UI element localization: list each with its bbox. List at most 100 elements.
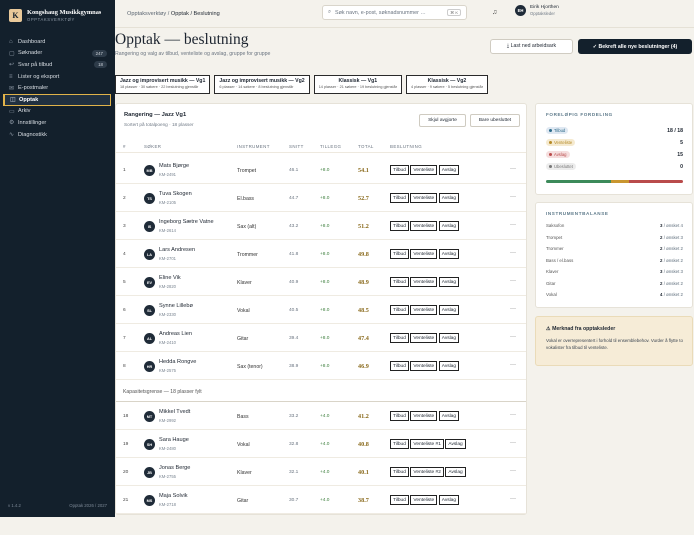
reject-button[interactable]: Avslag [438,495,460,505]
instrument: Sax (tenor) [237,364,263,370]
sidebar-item-epostmaler[interactable]: ✉ E-postmaler [0,82,115,94]
waitlist-button[interactable]: Venteliste [410,305,438,315]
breadcrumb-parent[interactable]: Opptaksverktøy [127,11,166,17]
applicant-name[interactable]: Hedda Rongve [159,359,196,365]
offer-button[interactable]: Tilbud [390,361,409,371]
only-undecided-button[interactable]: Bare ubesluttet [470,114,520,127]
reject-button[interactable]: Avslag [438,305,460,315]
tab-klassisk-vg2[interactable]: Klassisk — Vg2 4 plasser · 9 søkere · 5 b… [406,75,488,94]
wish-value: / ønsket 2 [663,292,683,297]
applicant-name[interactable]: Synne Lillebø [159,303,193,309]
waitlist-button[interactable]: Venteliste [410,249,438,259]
more-icon[interactable]: ··· [510,362,516,368]
applicant-name[interactable]: Sara Hauge [159,437,189,443]
bell-icon[interactable]: ♫ [492,9,497,16]
sidebar-item-opptak[interactable]: ◫ Opptak [3,93,111,106]
more-icon[interactable]: ··· [510,278,516,284]
tab-jazz-vg2[interactable]: Jazz og improvisert musikk — Vg2 6 plasse… [214,75,310,94]
offer-button[interactable]: Tilbud [390,467,409,477]
applicant-name[interactable]: Mikkel Tvedt [159,409,190,415]
applicant-name[interactable]: Lars Andresen [159,247,195,253]
more-icon[interactable]: ··· [510,412,516,418]
applicant-name[interactable]: Mats Bjørge [159,163,189,169]
waitlist-button[interactable]: Venteliste [410,221,438,231]
more-icon[interactable]: ··· [510,250,516,256]
more-icon[interactable]: ··· [510,440,516,446]
applicant-id: KM-2330 [159,312,176,317]
sidebar-item-diagnostikk[interactable]: ∿ Diagnostikk [0,129,115,141]
reject-button[interactable]: Avslag [438,165,460,175]
offer-button[interactable]: Tilbud [390,495,409,505]
reject-button[interactable]: Avslag [438,277,460,287]
applicant-name[interactable]: Maja Solvik [159,493,188,499]
version-label: v 1.4.2 [8,503,21,508]
more-icon[interactable]: ··· [510,496,516,502]
tab-jazz-vg1[interactable]: Jazz og improvisert musikk — Vg1 18 plass… [115,75,211,94]
waitlist-button[interactable]: Venteliste [410,277,438,287]
more-icon[interactable]: ··· [510,306,516,312]
reject-button[interactable]: Avslag [445,439,466,449]
bonus-score: +4.0 [320,470,330,475]
tab-klassisk-vg1[interactable]: Klassisk — Vg1 14 plasser · 21 søkere · 1… [313,75,402,94]
waitlist-button[interactable]: Venteliste [410,411,438,421]
applicant-name[interactable]: Tuva Skogen [159,191,192,197]
offer-button[interactable]: Tilbud [390,411,409,421]
offer-button[interactable]: Tilbud [390,333,409,343]
reject-button[interactable]: Avslag [438,249,460,259]
waitlist-button[interactable]: Venteliste [410,165,438,175]
tab-subtitle: 18 plasser · 30 søkere · 22 beslutning g… [120,85,199,89]
download-worksheet-button[interactable]: ⤓ Last ned arbeidsark [490,39,573,54]
sidebar-item-soknader[interactable]: ▢ Søknader 247 [0,48,115,60]
applicant-id: KM-2575 [159,368,176,373]
user-menu[interactable]: EH Eirik Hjorthen Opptaksleder [515,5,559,16]
hide-decided-button[interactable]: Skjul avgjorte [419,114,466,127]
brand: K Kongshaug Musikkgymnas OPPTAKSVERKTØY [0,0,115,30]
waitlist-button[interactable]: Venteliste #2 [410,467,444,477]
rank-number: 4 [123,252,126,257]
reject-button[interactable]: Avslag [438,361,460,371]
instrument: Bass [237,414,249,420]
reject-button[interactable]: Avslag [445,467,466,477]
sidebar-item-lister[interactable]: ≡ Lister og eksport [0,71,115,83]
avatar: JB [144,467,155,478]
offer-button[interactable]: Tilbud [390,221,409,231]
offer-button[interactable]: Tilbud [390,165,409,175]
applicant-name[interactable]: Ingeborg Sætre Vatne [159,219,214,225]
applicant-name[interactable]: Andreas Lien [159,331,192,337]
sidebar-item-svar[interactable]: ↩ Svar på tilbud 18 [0,59,115,71]
offer-button[interactable]: Tilbud [390,305,409,315]
table-row: 1 MB Mats Bjørge KM-2491 Trompet 46.1 +8… [116,156,526,184]
more-icon[interactable]: ··· [510,222,516,228]
ranking-title: Rangering — Jazz Vg1 [124,112,187,118]
waitlist-button[interactable]: Venteliste [410,333,438,343]
offer-button[interactable]: Tilbud [390,193,409,203]
average-score: 30.7 [289,498,299,503]
offer-button[interactable]: Tilbud [390,439,409,449]
waitlist-button[interactable]: Venteliste [410,495,438,505]
applicant-name[interactable]: Jonas Berge [159,465,190,471]
offer-button[interactable]: Tilbud [390,249,409,259]
table-row: 19 SH Sara Hauge KM-2480 Vokal 32.8 +4.0… [116,430,526,458]
status-value: 0 [680,163,683,170]
sidebar-item-dashboard[interactable]: ⌂ Dashboard [0,36,115,48]
search-input[interactable]: ⌕ Søk navn, e-post, søknadsnummer … ⌘ K [322,5,467,20]
more-icon[interactable]: ··· [510,194,516,200]
more-icon[interactable]: ··· [510,166,516,172]
reject-button[interactable]: Avslag [438,221,460,231]
more-icon[interactable]: ··· [510,334,516,340]
search-placeholder: Søk navn, e-post, søknadsnummer … [335,9,426,16]
reject-button[interactable]: Avslag [438,411,460,421]
waitlist-button[interactable]: Venteliste [410,361,438,371]
applicant-name[interactable]: Eline Vik [159,275,181,281]
confirm-decisions-button[interactable]: ✓ Bekreft alle nye beslutninger (4) [578,39,692,54]
waitlist-button[interactable]: Venteliste [410,193,438,203]
more-icon[interactable]: ··· [510,468,516,474]
avatar: HR [144,361,155,372]
waitlist-button[interactable]: Venteliste #1 [410,439,444,449]
reject-button[interactable]: Avslag [438,333,460,343]
offer-button[interactable]: Tilbud [390,277,409,287]
sidebar-item-arkiv[interactable]: ▭ Arkiv [0,106,115,118]
total-score: 51.2 [358,223,369,230]
reject-button[interactable]: Avslag [438,193,460,203]
sidebar-item-innstillinger[interactable]: ⚙ Innstillinger [0,117,115,129]
